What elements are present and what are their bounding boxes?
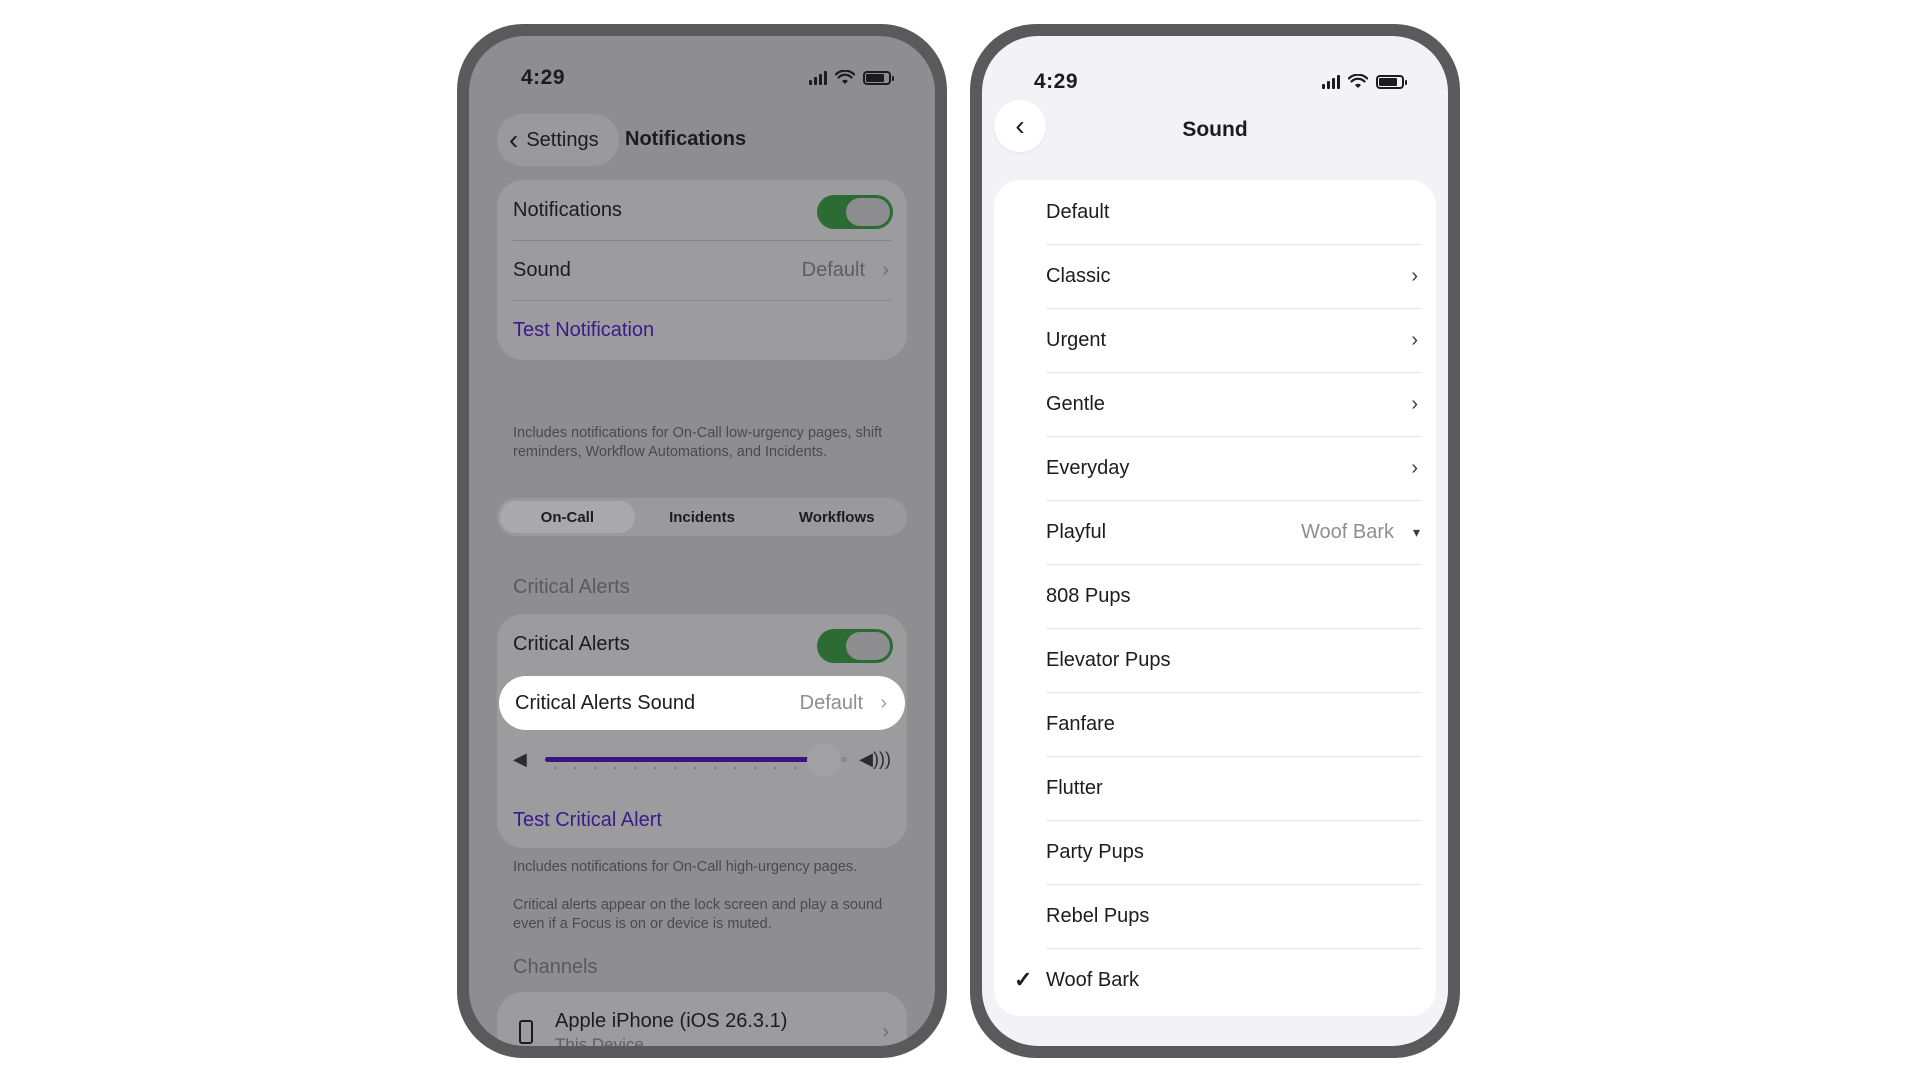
chevron-right-icon: › — [882, 1020, 889, 1043]
status-bar: 4:29 — [469, 66, 935, 96]
volume-slider-knob[interactable] — [806, 743, 841, 777]
device-subtitle: This Device — [555, 1034, 644, 1047]
sound-option-label: Classic — [1046, 264, 1111, 287]
sound-option-classic[interactable]: Classic › — [994, 244, 1436, 308]
segment-workflows[interactable]: Workflows — [769, 501, 904, 533]
iphone-icon — [519, 1020, 533, 1044]
notifications-card: Notifications Sound Default › Test Notif… — [497, 180, 907, 360]
critical-alerts-card: Critical Alerts ◀ ◀))) Test Critical Ale… — [497, 614, 907, 848]
sound-option-woof-bark[interactable]: ✓ Woof Bark — [994, 948, 1436, 1012]
sound-list: Default Classic › Urgent › Gentle › Ever… — [994, 180, 1436, 1016]
sound-option-playful[interactable]: Playful Woof Bark ▾ — [994, 500, 1436, 564]
notifications-label: Notifications — [513, 198, 622, 221]
signal-icon — [809, 70, 827, 85]
status-bar: 4:29 — [982, 70, 1448, 100]
chevron-down-icon: ▾ — [1412, 523, 1420, 540]
notifications-screen: 4:29 ‹ Settings Notifications Notificati… — [469, 36, 935, 1046]
status-time: 4:29 — [521, 66, 566, 89]
sound-option-label: 808 Pups — [1046, 584, 1131, 607]
device-name: Apple iPhone (iOS 26.3.1) — [555, 1009, 788, 1032]
battery-icon — [863, 70, 894, 85]
sound-screen: 4:29 ‹ Sound Default Classic › Urgent › … — [982, 36, 1448, 1046]
segment-on-call[interactable]: On-Call — [500, 501, 635, 533]
speaker-low-icon: ◀ — [513, 748, 527, 769]
chevron-right-icon: › — [880, 691, 887, 714]
device-text: Apple iPhone (iOS 26.3.1) This Device — [555, 1010, 787, 1047]
sound-option-label: Woof Bark — [1046, 968, 1139, 991]
test-notification-link[interactable]: Test Notification — [513, 319, 654, 342]
sound-option-gentle[interactable]: Gentle › — [994, 372, 1436, 436]
sound-option-value: Woof Bark — [1301, 520, 1394, 543]
chevron-right-icon: › — [1411, 328, 1418, 351]
test-critical-alert-link[interactable]: Test Critical Alert — [513, 809, 662, 832]
volume-ticks — [545, 767, 847, 769]
sound-option-flutter[interactable]: Flutter — [994, 756, 1436, 820]
sound-option-elevator-pups[interactable]: Elevator Pups — [994, 628, 1436, 692]
critical-alerts-sound-value: Default — [799, 691, 863, 714]
wifi-icon — [835, 70, 855, 84]
sound-row[interactable]: Sound Default › — [497, 240, 907, 300]
volume-slider-row: ◀ ◀))) — [497, 728, 907, 790]
chevron-right-icon: › — [882, 258, 889, 281]
category-segmented-control: On-Call Incidents Workflows — [497, 498, 907, 536]
critical-alerts-sound-row[interactable]: Critical Alerts Sound Default › — [499, 676, 905, 730]
notifications-toggle[interactable] — [817, 195, 893, 229]
sound-option-label: Fanfare — [1046, 712, 1115, 735]
signal-icon — [1322, 74, 1340, 89]
checkmark-icon: ✓ — [1014, 967, 1033, 992]
sound-option-urgent[interactable]: Urgent › — [994, 308, 1436, 372]
channels-header: Channels — [513, 956, 598, 978]
sound-value: Default — [801, 258, 865, 281]
critical-alerts-header: Critical Alerts — [513, 576, 630, 598]
chevron-right-icon: › — [1411, 264, 1418, 287]
sound-option-party-pups[interactable]: Party Pups — [994, 820, 1436, 884]
right-phone-frame: 4:29 ‹ Sound Default Classic › Urgent › … — [970, 24, 1460, 1058]
critical-alerts-sound-label: Critical Alerts Sound — [515, 691, 696, 714]
page-title: Sound — [1182, 118, 1248, 141]
wifi-icon — [1348, 74, 1368, 88]
sound-option-label: Urgent — [1046, 328, 1107, 351]
sound-option-label: Party Pups — [1046, 840, 1144, 863]
notifications-footnote: Includes notifications for On-Call low-u… — [513, 425, 883, 460]
volume-slider[interactable] — [545, 743, 847, 777]
status-icons — [809, 70, 894, 85]
critical-alerts-row: Critical Alerts — [497, 614, 907, 674]
page-title: Notifications — [625, 128, 747, 150]
back-label: Settings — [526, 128, 599, 151]
test-critical-alert-row[interactable]: Test Critical Alert — [497, 790, 907, 850]
chevron-left-icon: ‹ — [509, 124, 519, 155]
device-row[interactable]: Apple iPhone (iOS 26.3.1) This Device › — [497, 992, 907, 1046]
sound-option-label: Rebel Pups — [1046, 904, 1150, 927]
segment-incidents[interactable]: Incidents — [635, 501, 770, 533]
sound-option-rebel-pups[interactable]: Rebel Pups — [994, 884, 1436, 948]
critical-footnote-2: Critical alerts appear on the lock scree… — [513, 897, 883, 932]
sound-option-label: Playful — [1046, 520, 1107, 543]
speaker-high-icon: ◀))) — [859, 748, 891, 769]
sound-option-label: Elevator Pups — [1046, 648, 1171, 671]
volume-slider-fill — [545, 757, 811, 762]
channels-card: Apple iPhone (iOS 26.3.1) This Device › — [497, 992, 907, 1046]
status-icons — [1322, 74, 1407, 89]
sound-label: Sound — [513, 258, 571, 281]
left-phone-frame: 4:29 ‹ Settings Notifications Notificati… — [457, 24, 947, 1058]
notifications-row: Notifications — [497, 180, 907, 240]
critical-alerts-toggle[interactable] — [817, 629, 893, 663]
critical-footnote-1: Includes notifications for On-Call high-… — [513, 859, 858, 875]
sound-option-everyday[interactable]: Everyday › — [994, 436, 1436, 500]
sound-option-label: Everyday — [1046, 456, 1130, 479]
screenshot-stage: 4:29 ‹ Settings Notifications Notificati… — [0, 0, 1920, 1080]
chevron-right-icon: › — [1411, 456, 1418, 479]
sound-option-default[interactable]: Default — [994, 180, 1436, 244]
test-notification-row[interactable]: Test Notification — [497, 300, 907, 360]
sound-option-label: Gentle — [1046, 392, 1105, 415]
sound-option-label: Flutter — [1046, 776, 1103, 799]
sound-option-label: Default — [1046, 200, 1110, 223]
sound-option-fanfare[interactable]: Fanfare — [994, 692, 1436, 756]
chevron-right-icon: › — [1411, 392, 1418, 415]
status-time: 4:29 — [1034, 70, 1079, 93]
critical-alerts-label: Critical Alerts — [513, 632, 630, 655]
sound-option-808-pups[interactable]: 808 Pups — [994, 564, 1436, 628]
battery-icon — [1376, 74, 1407, 89]
back-button[interactable]: ‹ Settings — [497, 114, 619, 166]
